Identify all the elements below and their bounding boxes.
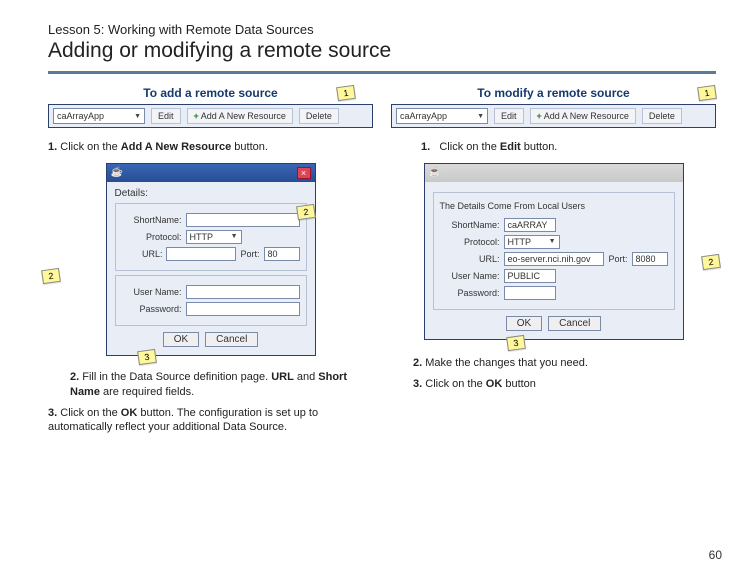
port-field[interactable]: 80 [264,247,300,261]
shortname-field[interactable] [186,213,300,227]
heading-add: To add a remote source [143,86,277,100]
step-1-left: 1. Click on the Add A New Resource butto… [48,140,373,155]
chevron-down-icon: ▼ [549,238,556,245]
dialog-titlebar: ☕ [425,164,683,182]
toolbar-left: caArrayApp ▼ Edit + Add A New Resource D… [48,104,373,128]
step-num: 3. [48,407,57,419]
step-num: 2. [413,357,422,369]
port-field[interactable]: 8080 [632,252,668,266]
toolbar-delete-button[interactable]: Delete [642,108,682,124]
details-dialog-right: ☕ The Details Come From Local Users Shor… [424,163,684,340]
username-field[interactable] [186,285,300,299]
lbl-user: User Name: [440,271,500,281]
page-number: 60 [709,548,722,562]
toolbar-delete-button[interactable]: Delete [299,108,339,124]
cancel-button[interactable]: Cancel [205,332,258,347]
java-icon: ☕ [111,167,123,178]
password-field[interactable] [504,286,556,300]
toolbar-add-label: Add A New Resource [201,111,286,121]
toolbar-add-resource-button[interactable]: + Add A New Resource [530,108,636,124]
lbl-pass: Password: [440,288,500,298]
url-field[interactable] [166,247,236,261]
step-2-right: 2. Make the changes that you need. [391,356,716,371]
title-rule [48,71,716,74]
heading-modify: To modify a remote source [477,86,629,100]
password-field[interactable] [186,302,300,316]
ok-button[interactable]: OK [506,316,542,331]
lesson-label: Lesson 5: Working with Remote Data Sourc… [48,22,716,37]
java-icon: ☕ [429,167,441,178]
step-num: 2. [70,371,79,383]
callout-2-left: 2 [296,204,316,220]
lbl-protocol: Protocol: [440,237,500,247]
dialog-section-label: Details: [115,188,307,199]
toolbar-source-select[interactable]: caArrayApp ▼ [396,108,488,124]
callout-1-right: 1 [697,85,717,101]
dialog-titlebar: ☕ × [107,164,315,182]
lbl-shortname: ShortName: [122,215,182,225]
username-field[interactable]: PUBLIC [504,269,556,283]
dialog-group-title: The Details Come From Local Users [440,199,668,215]
protocol-select[interactable]: HTTP▼ [186,230,242,244]
step-1-right: 1. Click on the Edit button. [391,140,716,155]
shortname-field[interactable]: caARRAY [504,218,556,232]
callout-2b-left: 2 [41,268,61,284]
callout-3-right: 3 [506,335,526,351]
col-modify: To modify a remote source 1 caArrayApp ▼… [391,86,716,441]
toolbar-select-label: caArrayApp [400,111,447,121]
toolbar-edit-button[interactable]: Edit [151,108,181,124]
plus-icon: + [194,111,199,121]
step-num: 1. [421,141,430,153]
step-num: 3. [413,378,422,390]
col-add: To add a remote source 1 caArrayApp ▼ Ed… [48,86,373,441]
step-3-left: 3. Click on the OK button. The configura… [48,406,373,436]
page-title: Adding or modifying a remote source [48,39,716,63]
url-field[interactable]: eo-server.nci.nih.gov [504,252,605,266]
lbl-url: URL: [122,249,163,259]
close-icon[interactable]: × [297,167,311,179]
lbl-url: URL: [440,254,500,264]
toolbar-right: caArrayApp ▼ Edit + Add A New Resource D… [391,104,716,128]
chevron-down-icon: ▼ [231,233,238,240]
step-num: 1. [48,141,57,153]
toolbar-add-resource-button[interactable]: + Add A New Resource [187,108,293,124]
lbl-port: Port: [240,249,259,259]
lbl-pass: Password: [122,304,182,314]
cancel-button[interactable]: Cancel [548,316,601,331]
lbl-port: Port: [608,254,627,264]
step-3-right: 3. Click on the OK button [391,377,716,392]
callout-1-left: 1 [336,85,356,101]
details-dialog-left: ☕ × Details: ShortName: Protocol: HTTP▼ … [106,163,316,356]
lbl-shortname: ShortName: [440,220,500,230]
protocol-select[interactable]: HTTP▼ [504,235,560,249]
chevron-down-icon: ▼ [477,113,484,120]
lbl-user: User Name: [122,287,182,297]
chevron-down-icon: ▼ [134,113,141,120]
ok-button[interactable]: OK [163,332,199,347]
plus-icon: + [537,111,542,121]
toolbar-edit-button[interactable]: Edit [494,108,524,124]
toolbar-select-label: caArrayApp [57,111,104,121]
toolbar-add-label: Add A New Resource [544,111,629,121]
lbl-protocol: Protocol: [122,232,182,242]
callout-2-right: 2 [701,254,721,270]
callout-3-left: 3 [137,349,157,365]
toolbar-source-select[interactable]: caArrayApp ▼ [53,108,145,124]
step-2-left: 2. Fill in the Data Source definition pa… [48,370,373,400]
